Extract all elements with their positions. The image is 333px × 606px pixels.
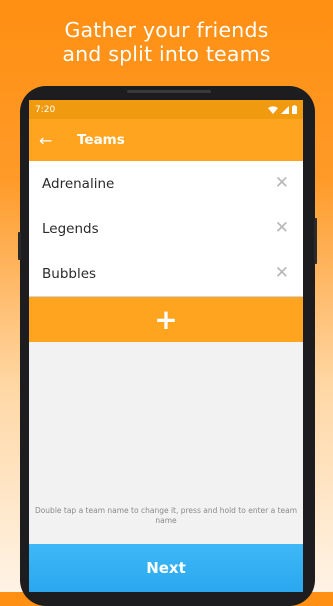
- app-bar: ← Teams: [29, 119, 303, 161]
- team-list: Adrenaline ✕ Legends ✕ Bubbles ✕: [29, 161, 303, 296]
- next-button[interactable]: Next: [29, 544, 303, 592]
- team-name[interactable]: Adrenaline: [42, 176, 114, 192]
- wifi-icon: [268, 105, 278, 114]
- plus-icon: +: [154, 303, 178, 336]
- team-row[interactable]: Legends ✕: [29, 206, 303, 251]
- page-title: Teams: [77, 132, 125, 148]
- hint-text: Double tap a team name to change it, pre…: [34, 506, 298, 525]
- signal-icon: [281, 105, 289, 114]
- phone-speaker: [127, 90, 211, 93]
- delete-team-icon[interactable]: ✕: [275, 175, 289, 192]
- battery-icon: [292, 105, 297, 114]
- status-bar: 7:20: [29, 100, 303, 119]
- team-name[interactable]: Bubbles: [42, 266, 96, 282]
- phone-side-button: [18, 232, 21, 260]
- delete-team-icon[interactable]: ✕: [275, 220, 289, 237]
- add-team-button[interactable]: +: [29, 297, 303, 342]
- team-row[interactable]: Adrenaline ✕: [29, 161, 303, 206]
- delete-team-icon[interactable]: ✕: [275, 265, 289, 282]
- phone-side-button: [314, 218, 317, 264]
- team-name[interactable]: Legends: [42, 221, 99, 237]
- headline-line-2: and split into teams: [62, 42, 271, 66]
- headline-line-1: Gather your friends: [64, 18, 269, 42]
- app-screen: 7:20 ← Teams Adrenaline ✕ Legends ✕ Bubb…: [29, 100, 303, 592]
- back-arrow-icon[interactable]: ←: [29, 131, 75, 150]
- promo-headline: Gather your friends and split into teams: [0, 18, 333, 66]
- next-button-label: Next: [146, 559, 186, 577]
- team-row[interactable]: Bubbles ✕: [29, 251, 303, 296]
- status-time: 7:20: [35, 104, 56, 115]
